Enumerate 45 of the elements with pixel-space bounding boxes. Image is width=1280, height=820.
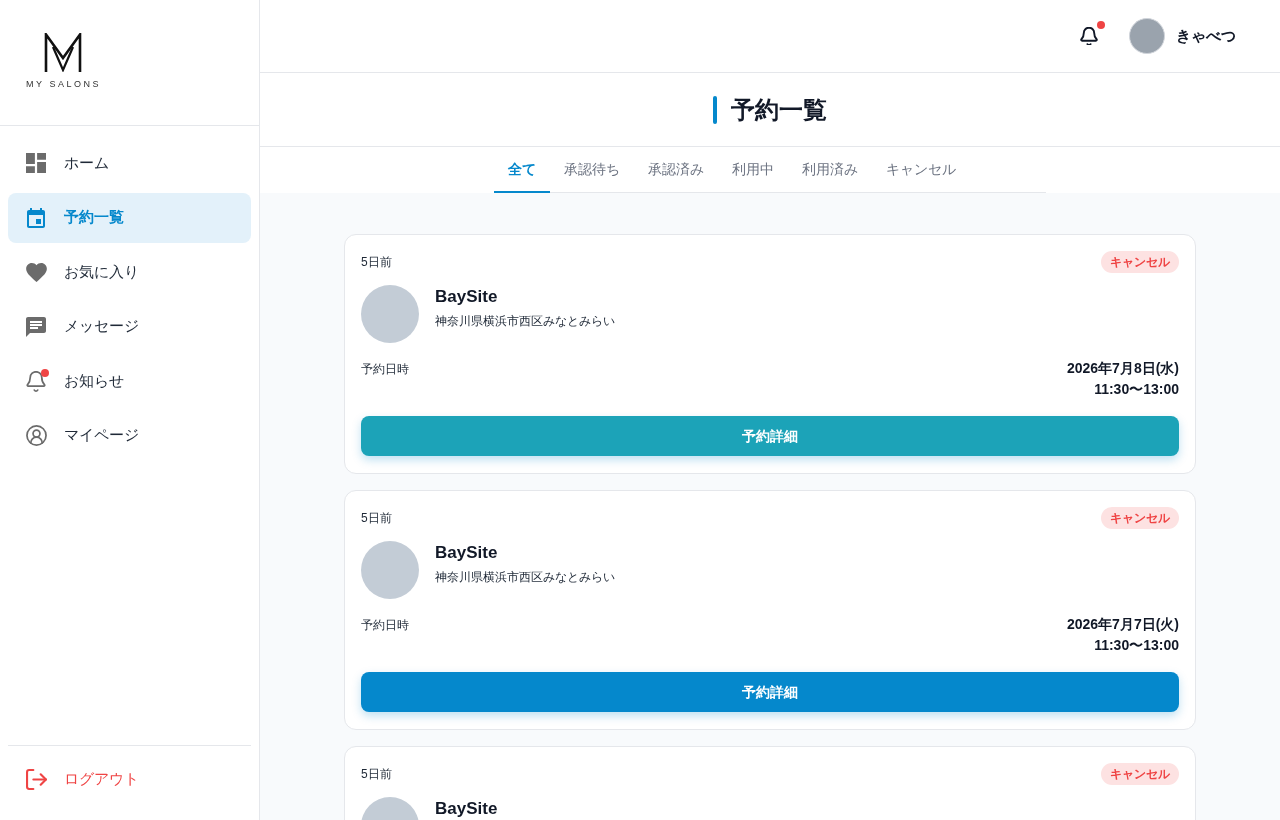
date-label: 予約日時 [361,361,409,378]
filter-tab[interactable]: 承認済み [634,147,718,193]
sidebar-item[interactable]: ホーム [8,138,251,188]
salon-name: BaySite [435,799,498,819]
date-label: 予約日時 [361,617,409,634]
dashboard-icon [26,153,46,173]
sidebar-item[interactable]: マイページ [8,410,251,461]
logo-icon [44,33,82,72]
reservation-date: 2026年7月8日(水) [1066,359,1179,378]
logout-icon [25,768,47,790]
reservation-time: 11:30〜13:00 [1094,636,1179,655]
filter-tab[interactable]: 利用済み [788,147,872,193]
bell-icon [1080,26,1098,46]
filter-tab[interactable]: 承認待ち [550,147,634,193]
time-ago: 5日前 [361,510,392,527]
filter-tab[interactable]: キャンセル [872,147,970,193]
heart-icon [25,262,47,282]
logout-button[interactable]: ログアウト [8,754,251,804]
salon-address: 神奈川県横浜市西区みなとみらい [435,569,615,586]
bell-icon [26,370,46,392]
chat-icon [26,316,46,337]
reservation-date: 2026年7月7日(火) [1066,615,1179,634]
sidebar-item[interactable]: メッセージ [8,301,251,352]
salon-name: BaySite [435,287,498,307]
sidebar-item[interactable]: 予約一覧 [8,192,251,243]
salon-address: 神奈川県横浜市西区みなとみらい [435,313,615,330]
user-circle-icon [25,425,47,446]
details-button[interactable]: 予約詳細 [361,416,1179,456]
status-badge: キャンセル [1101,763,1179,785]
user-name: きゃべつ [1176,25,1236,46]
sidebar-item[interactable]: お知らせ [8,356,251,406]
title-accent-bar [713,95,717,124]
time-ago: 5日前 [361,766,392,783]
page-title: 予約一覧 [731,94,827,125]
time-ago: 5日前 [361,254,392,271]
sidebar-item[interactable]: お気に入り [8,247,251,297]
details-button[interactable]: 予約詳細 [361,672,1179,712]
calendar-icon [27,207,45,228]
logo-text: MY SALONS [26,79,102,89]
reservation-time: 11:30〜13:00 [1094,380,1179,399]
status-badge: キャンセル [1101,251,1179,273]
filter-tab[interactable]: 利用中 [718,147,788,193]
salon-name: BaySite [435,543,498,563]
avatar-photo-placeholder[interactable] [1129,18,1165,54]
status-badge: キャンセル [1101,507,1179,529]
